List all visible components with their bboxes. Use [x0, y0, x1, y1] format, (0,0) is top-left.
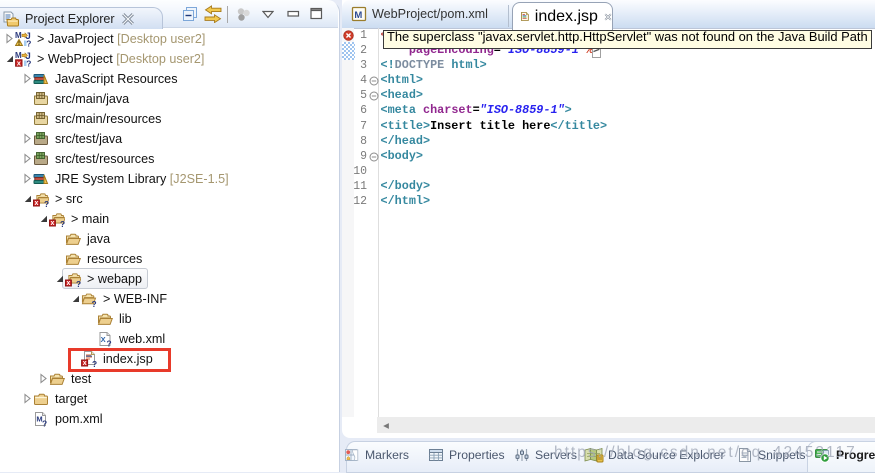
svg-text:M: M	[354, 10, 362, 21]
